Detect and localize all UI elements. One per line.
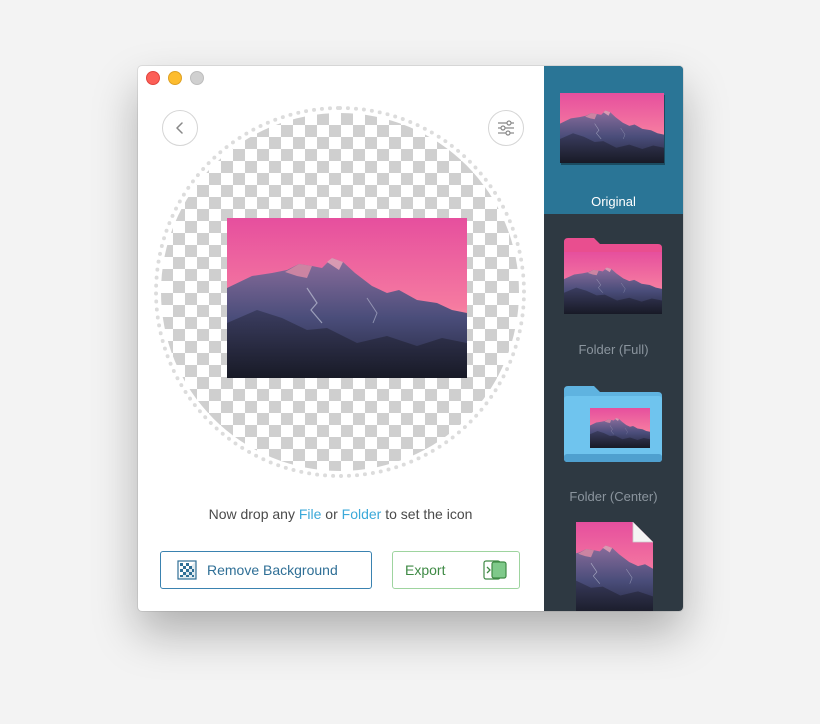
- drop-text-after: to set the icon: [381, 506, 473, 522]
- sidebar-item-label: Folder (Full): [578, 342, 649, 357]
- sidebar-item-label: Folder (Center): [569, 489, 658, 504]
- sidebar-item-label: Original: [591, 194, 636, 209]
- export-button[interactable]: Export: [392, 551, 520, 589]
- folder-link[interactable]: Folder: [342, 506, 382, 522]
- icon-drop-zone[interactable]: [154, 106, 526, 478]
- zoom-window-button[interactable]: [190, 71, 204, 85]
- export-icon: [483, 560, 507, 580]
- drop-instructions: Now drop any File or Folder to set the i…: [138, 506, 543, 522]
- sidebar-item-folder-full[interactable]: Folder (Full): [544, 226, 683, 361]
- drop-text-before: Now drop any: [208, 506, 299, 522]
- remove-background-icon: [177, 560, 197, 580]
- transparency-checkerboard: [161, 113, 519, 471]
- sidebar-item-document[interactable]: [544, 516, 683, 611]
- settings-button[interactable]: [488, 110, 524, 146]
- file-link[interactable]: File: [299, 506, 322, 522]
- sliders-icon: [498, 120, 514, 136]
- main-preview-image: [227, 218, 467, 378]
- sidebar-item-original[interactable]: Original: [544, 66, 683, 214]
- chevron-left-icon: [176, 122, 183, 134]
- minimize-window-button[interactable]: [168, 71, 182, 85]
- icon-style-sidebar: Original Folder (Full) Folder (Center): [544, 66, 683, 611]
- sidebar-item-folder-center[interactable]: Folder (Center): [544, 376, 683, 511]
- back-button[interactable]: [162, 110, 198, 146]
- drop-text-middle: or: [321, 506, 342, 522]
- remove-background-label: Remove Background: [207, 562, 338, 578]
- app-window: Now drop any File or Folder to set the i…: [138, 66, 683, 611]
- export-label: Export: [405, 562, 446, 578]
- folder-full-thumbnail: [564, 238, 662, 314]
- folder-center-thumbnail: [564, 386, 662, 462]
- document-thumbnail: [576, 522, 653, 611]
- window-controls: [146, 71, 204, 85]
- close-window-button[interactable]: [146, 71, 160, 85]
- original-thumbnail: [560, 93, 665, 165]
- remove-background-button[interactable]: Remove Background: [160, 551, 372, 589]
